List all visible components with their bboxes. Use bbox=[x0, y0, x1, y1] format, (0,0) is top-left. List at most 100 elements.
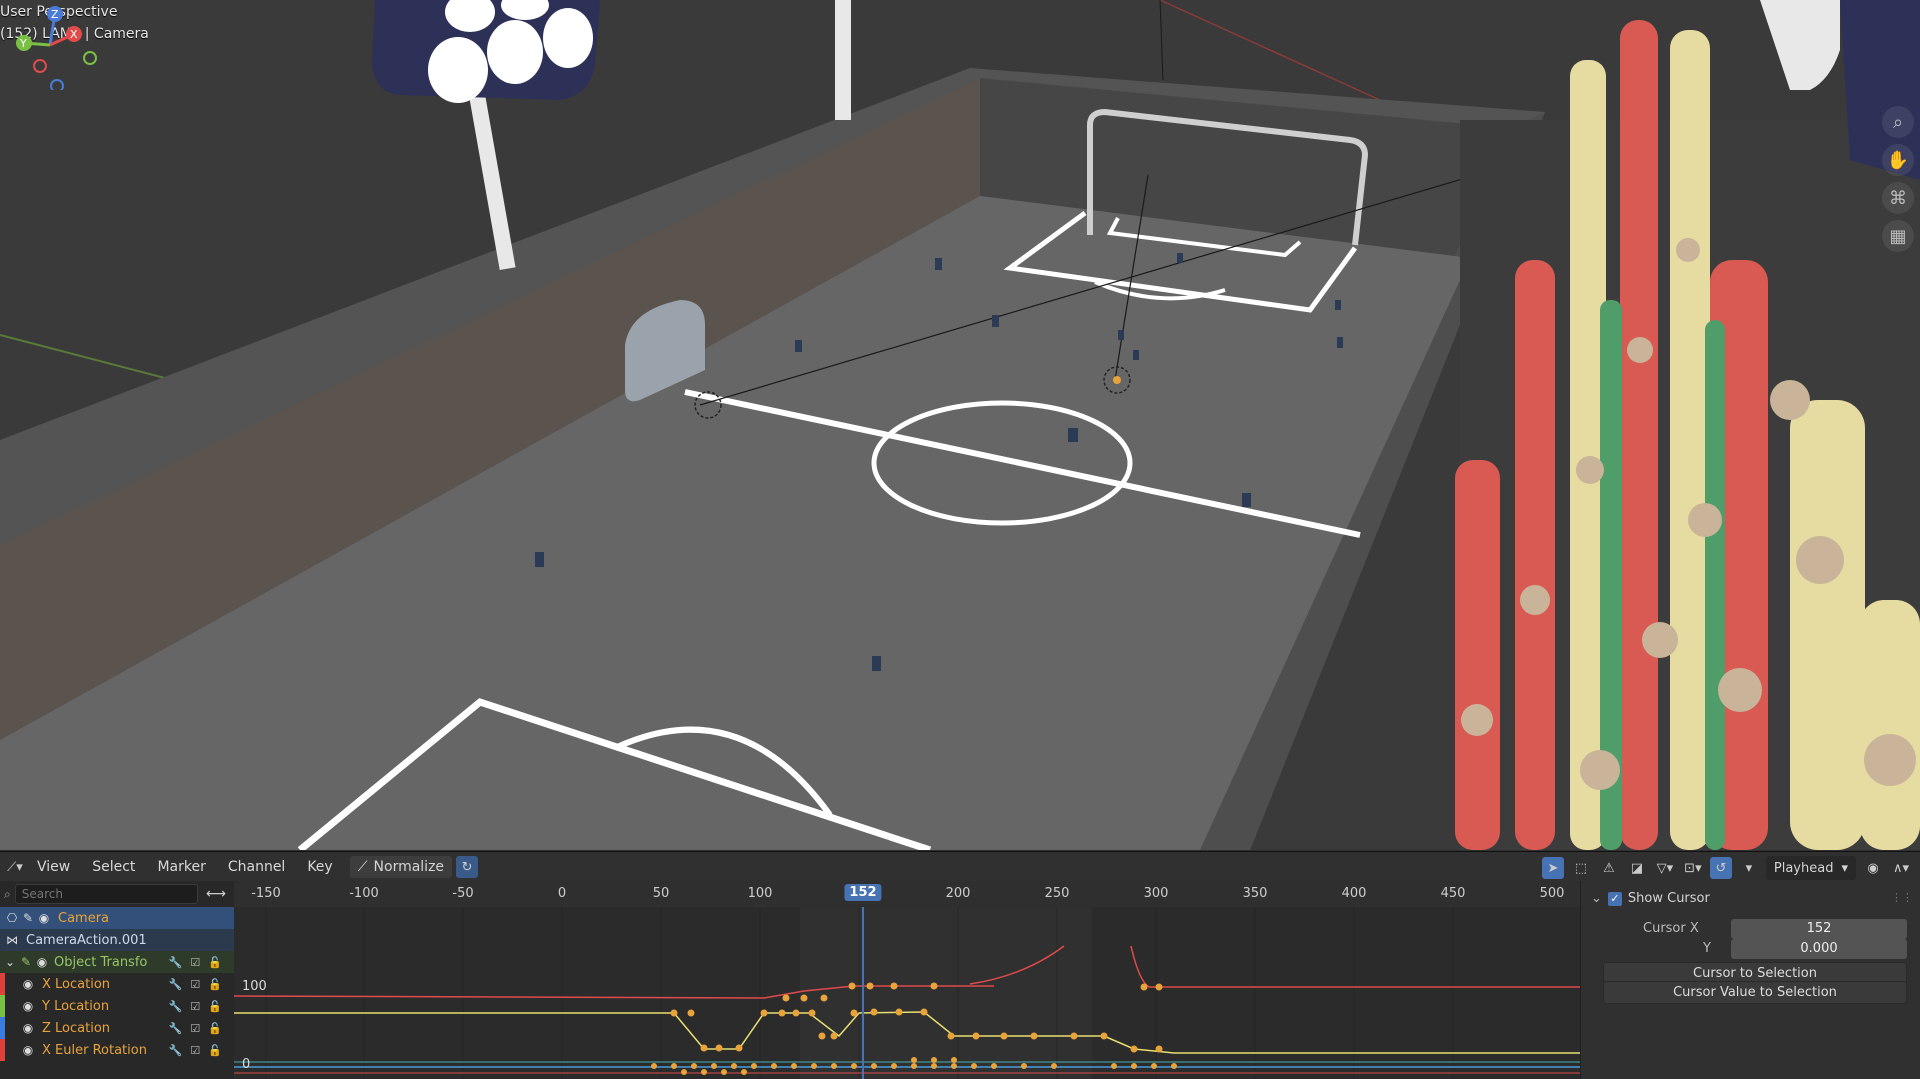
svg-text:Y: Y bbox=[19, 37, 27, 50]
grid-icon[interactable]: ▦ bbox=[1882, 220, 1914, 252]
current-frame-indicator[interactable]: 152 bbox=[844, 884, 882, 901]
snapping-dropdown-icon[interactable]: ▾ bbox=[1738, 857, 1760, 879]
show-cursor-label: Show Cursor bbox=[1627, 891, 1710, 906]
wrench-icon[interactable]: 🔧 bbox=[169, 978, 183, 991]
curve-canvas bbox=[234, 901, 1580, 1079]
eye-icon[interactable]: ◉ bbox=[34, 955, 50, 969]
cursor-x-field[interactable]: 152 bbox=[1731, 919, 1907, 939]
ruler-tick: 250 bbox=[1044, 886, 1070, 901]
pin-icon[interactable]: ✎ bbox=[20, 911, 36, 925]
menu-marker[interactable]: Marker bbox=[146, 859, 216, 875]
snapping-icon[interactable]: ↺ bbox=[1709, 857, 1732, 879]
view-sidebar: ⌄ ✓ Show Cursor ⋮⋮ Cursor X 152 Y 0.000 … bbox=[1580, 881, 1920, 1079]
collapse-chevron-icon[interactable]: ⌄ bbox=[1591, 891, 1602, 906]
channel-label-z-location: Z Location bbox=[42, 1020, 111, 1036]
ruler-tick: 350 bbox=[1242, 886, 1268, 901]
channel-row-y-location[interactable]: ◉ Y Location 🔧 ☑ 🔓 bbox=[0, 995, 234, 1017]
filter-icon[interactable]: ▽▾ bbox=[1654, 857, 1676, 879]
channel-label-y-location: Y Location bbox=[42, 998, 110, 1014]
stadium-scene bbox=[0, 0, 1920, 850]
ruler-tick: 100 bbox=[747, 886, 773, 901]
graph-editor-icon[interactable]: ⟋▾ bbox=[4, 856, 26, 878]
svg-text:X: X bbox=[70, 28, 78, 41]
lock-icon[interactable]: 🔓 bbox=[208, 956, 222, 969]
graph-area[interactable]: -150 -100 -50 0 50 100 150 200 250 300 3… bbox=[234, 881, 1580, 1079]
eye-icon[interactable]: ◉ bbox=[20, 999, 36, 1013]
box-select-icon[interactable]: ⬚ bbox=[1570, 857, 1592, 879]
warning-icon[interactable]: ⚠ bbox=[1598, 857, 1620, 879]
pivot-dropdown[interactable]: Playhead ▾ bbox=[1765, 856, 1856, 880]
checkbox-icon[interactable]: ☑ bbox=[190, 1000, 200, 1013]
checkbox-icon[interactable]: ☑ bbox=[190, 1022, 200, 1035]
eye-icon[interactable]: ◉ bbox=[36, 911, 52, 925]
swap-arrows-icon[interactable]: ⟷ bbox=[202, 886, 230, 902]
action-icon: ⋈ bbox=[6, 933, 18, 947]
camera-icon[interactable]: ⌘ bbox=[1882, 182, 1914, 214]
channel-label-action: CameraAction.001 bbox=[26, 932, 147, 948]
channel-row-z-location[interactable]: ◉ Z Location 🔧 ☑ 🔓 bbox=[0, 1017, 234, 1039]
lock-icon[interactable]: 🔓 bbox=[208, 1000, 222, 1013]
cursor-value-to-selection-button[interactable]: Cursor Value to Selection bbox=[1603, 981, 1907, 1004]
hand-icon[interactable]: ✋ bbox=[1882, 144, 1914, 176]
show-cursor-checkbox[interactable]: ✓ bbox=[1607, 891, 1622, 906]
graph-editor-header: ⟋▾ View Select Marker Channel Key ⟋ Norm… bbox=[0, 851, 1920, 882]
camera-object-icon: ⎔ bbox=[6, 911, 18, 925]
wrench-icon[interactable]: 🔧 bbox=[169, 956, 183, 969]
channel-label-x-euler-rotation: X Euler Rotation bbox=[42, 1042, 147, 1058]
zoom-icon[interactable]: ⌕ bbox=[1882, 106, 1914, 138]
lock-icon[interactable]: 🔓 bbox=[208, 978, 222, 991]
cursor-x-label: Cursor X bbox=[1643, 921, 1699, 936]
channel-color-strip bbox=[0, 1017, 5, 1039]
lock-icon[interactable]: 🔓 bbox=[208, 1022, 222, 1035]
checkbox-icon[interactable]: ☑ bbox=[190, 978, 200, 991]
channel-label-x-location: X Location bbox=[42, 976, 111, 992]
search-icon: ⌕ bbox=[4, 886, 11, 901]
checkbox-icon[interactable]: ☑ bbox=[190, 1044, 200, 1057]
channel-row-group[interactable]: ⌄ ✎ ◉ Object Transfo 🔧 ☑ 🔓 bbox=[0, 951, 234, 973]
menu-select[interactable]: Select bbox=[81, 859, 146, 875]
select-tool-icon[interactable]: ➤ bbox=[1541, 857, 1564, 879]
channel-row-x-euler-rotation[interactable]: ◉ X Euler Rotation 🔧 ☑ 🔓 bbox=[0, 1039, 234, 1061]
wrench-icon[interactable]: 🔧 bbox=[169, 1022, 183, 1035]
falloff-icon[interactable]: ∧▾ bbox=[1890, 857, 1912, 879]
wrench-icon[interactable]: 🔧 bbox=[169, 1000, 183, 1013]
ruler-tick: 450 bbox=[1440, 886, 1466, 901]
menu-channel[interactable]: Channel bbox=[217, 859, 296, 875]
lock-icon[interactable]: 🔓 bbox=[208, 1044, 222, 1057]
drag-handle-icon[interactable]: ⋮⋮ bbox=[1891, 891, 1913, 904]
ruler-tick: -150 bbox=[251, 886, 281, 901]
auto-normalize-icon[interactable]: ↻ bbox=[456, 856, 479, 878]
pin-icon[interactable]: ✎ bbox=[18, 955, 34, 969]
channel-row-x-location[interactable]: ◉ X Location 🔧 ☑ 🔓 bbox=[0, 973, 234, 995]
svg-text:Z: Z bbox=[51, 8, 59, 21]
checkbox-icon[interactable]: ☑ bbox=[190, 956, 200, 969]
channel-color-strip bbox=[0, 995, 5, 1017]
only-selected-icon[interactable]: ◪ bbox=[1626, 857, 1648, 879]
ruler-tick: 500 bbox=[1539, 886, 1565, 901]
eye-icon[interactable]: ◉ bbox=[20, 977, 36, 991]
channel-color-strip bbox=[0, 973, 5, 995]
expand-chevron-icon[interactable]: ⌄ bbox=[2, 955, 18, 969]
eye-icon[interactable]: ◉ bbox=[20, 1021, 36, 1035]
eye-icon[interactable]: ◉ bbox=[20, 1043, 36, 1057]
cursor-y-label: Y bbox=[1703, 941, 1711, 956]
ruler-tick: -50 bbox=[452, 886, 474, 901]
chevron-down-icon: ▾ bbox=[1841, 860, 1848, 876]
menu-key[interactable]: Key bbox=[296, 859, 343, 875]
navigation-gizmo[interactable]: Z X Y bbox=[0, 0, 100, 90]
proportional-edit-icon[interactable]: ◉ bbox=[1862, 857, 1884, 879]
pivot-icon[interactable]: ⊡▾ bbox=[1682, 857, 1704, 879]
ruler-tick: 200 bbox=[945, 886, 971, 901]
frame-ruler[interactable]: -150 -100 -50 0 50 100 150 200 250 300 3… bbox=[234, 881, 1580, 907]
value-label: 100 bbox=[242, 979, 267, 994]
cursor-y-field[interactable]: 0.000 bbox=[1731, 939, 1907, 959]
menu-view[interactable]: View bbox=[26, 859, 81, 875]
channel-row-action[interactable]: ⋈ CameraAction.001 bbox=[0, 929, 234, 951]
show-cursor-row[interactable]: ⌄ ✓ Show Cursor bbox=[1591, 891, 1710, 906]
3d-viewport[interactable]: User Perspective (152) LAMP | Camera Z X… bbox=[0, 0, 1920, 850]
normalize-button[interactable]: ⟋ Normalize bbox=[349, 856, 453, 878]
channel-search-input[interactable] bbox=[14, 884, 198, 904]
wrench-icon[interactable]: 🔧 bbox=[169, 1044, 183, 1057]
ruler-tick: 300 bbox=[1143, 886, 1169, 901]
channel-row-camera[interactable]: ⎔ ✎ ◉ Camera bbox=[0, 907, 234, 929]
